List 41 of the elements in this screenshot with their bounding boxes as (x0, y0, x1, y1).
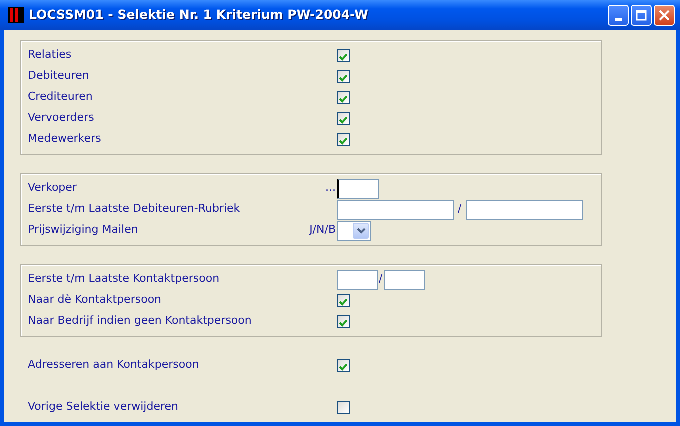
separator-text: / (457, 201, 463, 218)
close-icon (659, 10, 670, 20)
close-button[interactable] (654, 4, 675, 26)
checkbox[interactable] (337, 359, 350, 372)
checkbox[interactable] (337, 315, 350, 328)
checkbox[interactable] (337, 91, 350, 104)
chevron-down-icon (356, 228, 366, 234)
field-label: Vorige Selektie verwijderen (28, 399, 180, 416)
checkbox[interactable] (337, 401, 350, 414)
field-label: Naar dè Kontaktpersoon (28, 292, 163, 308)
dropdown[interactable] (337, 220, 371, 240)
field-label: Crediteuren (28, 89, 94, 106)
minimize-button[interactable] (608, 4, 629, 26)
field-label: Eerste t/m Laatste Debiteuren-Rubriek (28, 201, 242, 218)
separator-text: / (378, 271, 384, 288)
maximize-icon (636, 10, 647, 20)
field-label: Prijswijziging Mailen (28, 222, 140, 238)
minimize-icon (615, 18, 622, 20)
hint-text: J/N/B (308, 222, 337, 238)
input-field[interactable] (466, 200, 583, 220)
checkbox[interactable] (337, 112, 350, 125)
field-label: Adresseren aan Kontakpersoon (28, 357, 200, 374)
field-label: Verkoper (28, 180, 78, 196)
field-label: Eerste t/m Laatste Kontaktpersoon (28, 271, 221, 288)
maximize-button[interactable] (631, 4, 652, 26)
input-field[interactable] (384, 270, 425, 290)
checkbox[interactable] (337, 49, 350, 62)
field-label: Debiteuren (28, 68, 90, 84)
app-icon (8, 7, 24, 23)
checkbox[interactable] (337, 294, 350, 307)
field-label: Naar Bedrijf indien geen Kontaktpersoon (28, 313, 253, 330)
field-label: Medewerkers (28, 131, 102, 148)
hint-text: ... (324, 180, 337, 196)
input-field[interactable] (337, 178, 379, 198)
input-field[interactable] (337, 270, 378, 290)
field-label: Vervoerders (28, 110, 96, 126)
checkbox[interactable] (337, 133, 350, 146)
field-label: Relaties (28, 47, 73, 64)
window-title: LOCSSM01 - Selektie Nr. 1 Kriterium PW-2004-W (29, 6, 368, 24)
input-field[interactable] (337, 200, 454, 220)
checkbox[interactable] (337, 70, 350, 83)
